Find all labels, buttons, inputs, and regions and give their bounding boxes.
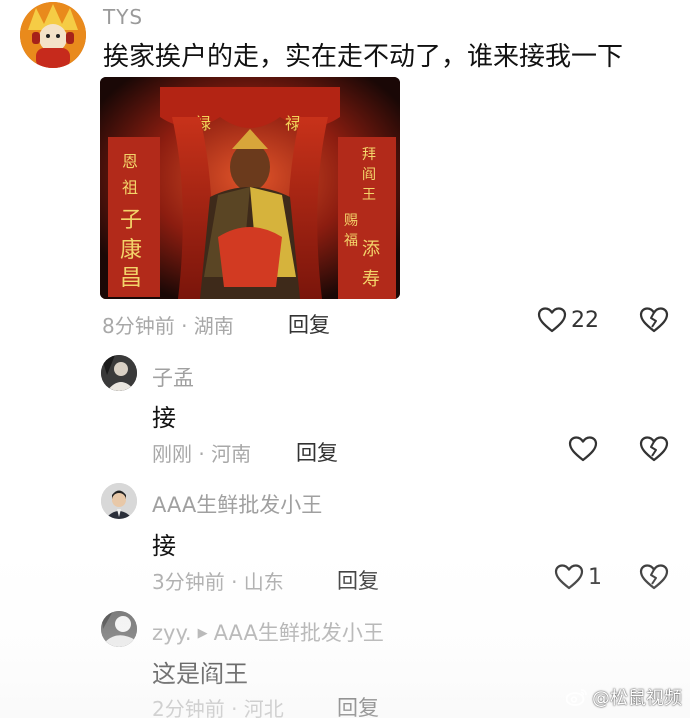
reply-text: 接 xyxy=(152,404,176,432)
reply-time-location: 3分钟前 · 山东 xyxy=(152,570,284,594)
avatar-image xyxy=(20,2,86,68)
reply-username[interactable]: zyy. xyxy=(152,621,192,645)
reply-button[interactable]: 回复 xyxy=(337,565,379,595)
reply-to-username[interactable]: AAA生鲜批发小王 xyxy=(214,621,384,645)
avatar-image xyxy=(101,355,137,391)
reply-button[interactable]: 回复 xyxy=(288,309,330,339)
reply-time-location: 刚刚 · 河南 xyxy=(152,442,252,466)
svg-text:阎: 阎 xyxy=(362,167,376,183)
broken-heart-icon xyxy=(639,564,669,590)
svg-text:子: 子 xyxy=(120,208,142,233)
avatar-image xyxy=(101,483,137,519)
heart-icon xyxy=(568,436,598,462)
like-button[interactable] xyxy=(568,435,598,463)
comment-screen: TYS 挨家挨户的走，实在走不动了，谁来接我一下 禄 禄 恩 祖 子 康 昌 拜… xyxy=(0,0,690,718)
like-button[interactable]: 1 xyxy=(554,563,602,591)
heart-icon xyxy=(554,564,584,590)
avatar[interactable] xyxy=(101,483,137,519)
svg-text:祖: 祖 xyxy=(122,178,138,197)
svg-text:添: 添 xyxy=(362,239,380,260)
dislike-button[interactable] xyxy=(639,435,669,463)
svg-text:寿: 寿 xyxy=(362,269,380,290)
comment-time-location: 8分钟前 · 湖南 xyxy=(102,314,234,338)
svg-text:福: 福 xyxy=(344,233,358,249)
comment-photo[interactable]: 禄 禄 恩 祖 子 康 昌 拜 阎 王 赐 福 添 寿 xyxy=(100,77,400,299)
weibo-icon xyxy=(566,689,587,706)
comment-text: 挨家挨户的走，实在走不动了，谁来接我一下 xyxy=(103,42,624,72)
comment-username[interactable]: TYS xyxy=(103,5,143,29)
avatar[interactable] xyxy=(101,355,137,391)
reply-text: 接 xyxy=(152,532,176,560)
avatar[interactable] xyxy=(101,611,137,647)
broken-heart-icon xyxy=(639,436,669,462)
svg-text:赐: 赐 xyxy=(344,213,358,229)
svg-text:拜: 拜 xyxy=(362,147,376,163)
reply-time-location: 2分钟前 · 河北 xyxy=(152,697,284,718)
dislike-button[interactable] xyxy=(639,306,669,334)
like-count: 22 xyxy=(571,307,599,333)
svg-text:王: 王 xyxy=(362,187,376,203)
reply-username-line: zyy. ▶ AAA生鲜批发小王 xyxy=(152,617,384,647)
reply-button[interactable]: 回复 xyxy=(296,437,338,467)
svg-text:恩: 恩 xyxy=(122,152,138,171)
heart-icon xyxy=(537,307,567,333)
like-count: 1 xyxy=(588,564,602,590)
like-button[interactable]: 22 xyxy=(537,306,599,334)
watermark-text: @松鼠视频 xyxy=(592,688,682,709)
broken-heart-icon xyxy=(639,307,669,333)
reply-text: 这是阎王 xyxy=(152,660,248,688)
watermark: @松鼠视频 xyxy=(566,684,682,710)
temple-statue-image: 禄 禄 恩 祖 子 康 昌 拜 阎 王 赐 福 添 寿 xyxy=(100,77,400,299)
triangle-right-icon: ▶ xyxy=(197,626,208,641)
avatar-image xyxy=(101,611,137,647)
avatar[interactable] xyxy=(20,2,86,68)
svg-text:昌: 昌 xyxy=(120,266,142,291)
reply-username[interactable]: 子孟 xyxy=(152,362,194,392)
dislike-button[interactable] xyxy=(639,563,669,591)
reply-button[interactable]: 回复 xyxy=(337,692,379,718)
reply-username[interactable]: AAA生鲜批发小王 xyxy=(152,489,322,519)
svg-text:康: 康 xyxy=(120,238,142,263)
